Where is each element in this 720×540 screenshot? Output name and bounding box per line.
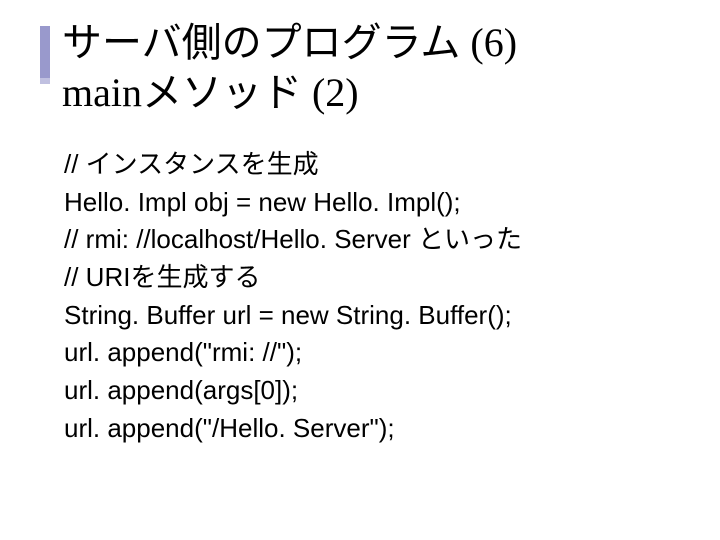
title-bullet-icon [40,26,50,78]
code-body: // インスタンスを生成 Hello. Impl obj = new Hello… [64,146,680,448]
slide-title: サーバ側のプログラム (6) mainメソッド (2) [62,18,517,118]
code-line: // rmi: //localhost/Hello. Server といった [64,221,680,259]
slide: サーバ側のプログラム (6) mainメソッド (2) // インスタンスを生成… [0,0,720,540]
title-line-1: サーバ側のプログラム (6) [62,20,517,65]
code-line: Hello. Impl obj = new Hello. Impl(); [64,184,680,222]
title-line-2: mainメソッド (2) [62,70,359,115]
code-line: url. append("/Hello. Server"); [64,410,680,448]
code-line: // URIを生成する [64,259,680,297]
code-line: String. Buffer url = new String. Buffer(… [64,297,680,335]
code-line: url. append("rmi: //"); [64,334,680,372]
code-line: url. append(args[0]); [64,372,680,410]
title-block: サーバ側のプログラム (6) mainメソッド (2) [40,18,680,118]
code-line: // インスタンスを生成 [64,146,680,184]
